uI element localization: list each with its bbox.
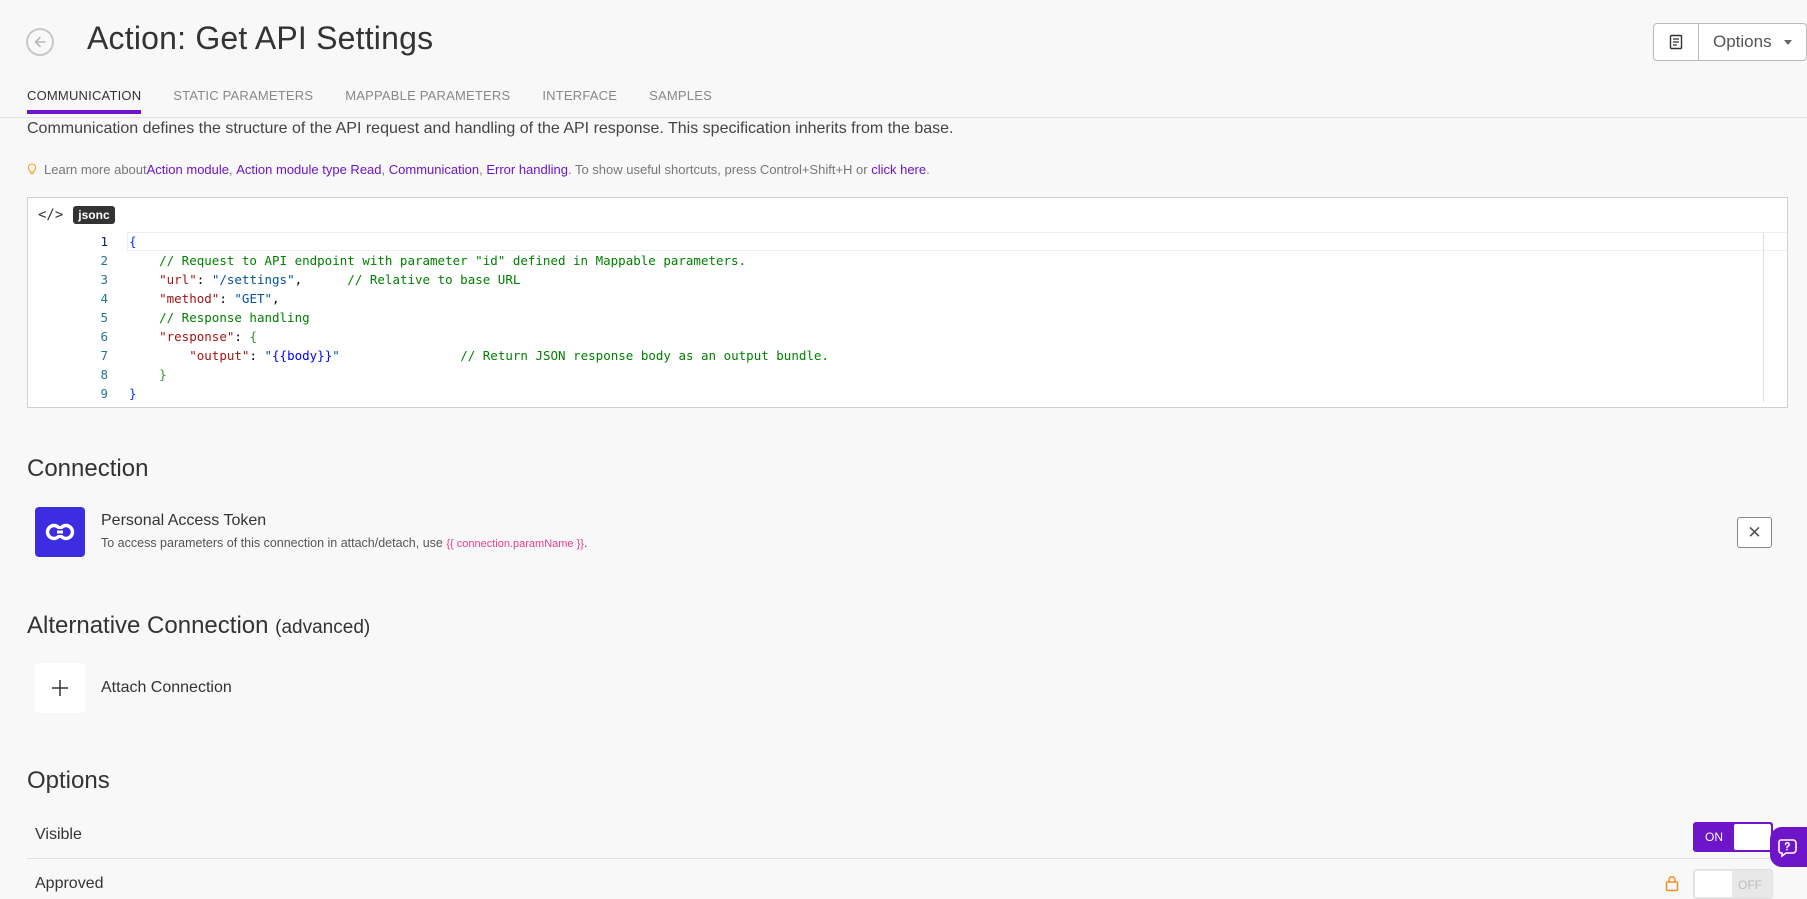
close-icon: ✕ [1747,522,1762,542]
line-code[interactable]: } [108,384,137,402]
detach-connection-button[interactable]: ✕ [1737,517,1772,548]
lightbulb-icon [27,163,37,175]
code-line[interactable]: 6 "response": { [28,327,1787,346]
line-number: 3 [100,272,108,287]
line-code[interactable]: "url": "/settings", // Relative to base … [108,270,520,289]
learn-more-suffix: . [926,162,930,177]
code-line[interactable]: 1{ [28,232,1787,251]
tab-samples[interactable]: SAMPLES [649,88,712,114]
tab-mappable-parameters[interactable]: MAPPABLE PARAMETERS [345,88,510,114]
connection-name: Personal Access Token [101,512,267,529]
code-line[interactable]: 7 "output": "{{body}}" // Return JSON re… [28,346,1787,365]
tab-static-parameters[interactable]: STATIC PARAMETERS [173,88,313,114]
code-line[interactable]: 2 // Request to API endpoint with parame… [28,251,1787,270]
code-line[interactable]: 8 } [28,365,1787,384]
line-number: 6 [100,329,108,344]
connection-icon [35,507,85,557]
option-label-visible: Visible [35,825,82,843]
attach-connection-button[interactable] [35,663,85,713]
help-chat-button[interactable] [1770,827,1807,867]
connection-note-text: To access parameters of this connection … [101,536,447,550]
line-number: 9 [100,386,108,401]
line-number: 8 [100,367,108,382]
lock-icon [1665,876,1679,892]
documentation-button[interactable] [1653,23,1699,61]
link-action-module[interactable]: Action module [147,162,229,177]
line-number: 2 [100,253,108,268]
page-header: Action: Get API Settings Options COMMUNI… [0,0,1807,118]
options-dropdown-button[interactable]: Options [1698,23,1807,61]
connection-note-suffix: . [583,536,588,550]
option-row-approved: Approved OFF [27,860,1789,899]
caret-down-icon [1783,39,1792,45]
back-button[interactable] [26,28,54,56]
link-action-module-type-read[interactable]: Action module type Read [236,162,381,177]
tab-communication[interactable]: COMMUNICATION [27,88,142,114]
editor-content[interactable]: 1{2 // Request to API endpoint with para… [28,232,1787,402]
link-icon [45,523,75,541]
book-icon [1669,34,1683,50]
line-number: 4 [100,291,108,306]
link-communication[interactable]: Communication [389,162,479,177]
alt-connection-advanced-label: (advanced) [275,617,371,638]
toggle-state-label: ON [1705,830,1723,844]
toggle-knob [1734,824,1771,850]
learn-more-prefix: Learn more about [44,162,147,177]
shortcut-text: . To show useful shortcuts, press Contro… [567,162,872,177]
arrow-left-icon [34,36,46,48]
line-code[interactable]: } [108,365,167,384]
tab-bar: COMMUNICATION STATIC PARAMETERS MAPPABLE… [27,88,744,114]
line-code[interactable]: // Request to API endpoint with paramete… [108,251,746,270]
attach-connection-label[interactable]: Attach Connection [101,679,232,697]
line-number: 1 [100,234,108,249]
connection-section-title: Connection [27,455,149,482]
tab-interface[interactable]: INTERFACE [542,88,617,114]
line-code[interactable]: "method": "GET", [108,289,279,308]
code-line[interactable]: 9} [28,384,1787,402]
code-icon: </> [38,207,64,223]
connection-note: To access parameters of this connection … [101,536,587,550]
visible-toggle[interactable]: ON [1693,822,1773,852]
editor-toolbar: </> jsonc [28,198,1787,232]
approved-toggle: OFF [1693,869,1773,899]
code-editor[interactable]: </> jsonc 1{2 // Request to API endpoint… [27,197,1788,408]
current-line-highlight [127,232,1787,251]
line-number: 7 [100,348,108,363]
options-section-title: Options [27,767,110,794]
option-row-visible: Visible ON [27,811,1789,859]
line-code[interactable]: // Response handling [108,308,310,327]
line-code[interactable]: "response": { [108,327,257,346]
tab-description: Communication defines the structure of t… [27,120,954,137]
alt-connection-section-title: Alternative Connection (advanced) [27,612,370,640]
connection-param-code: {{ connection.paramName }} [446,538,584,550]
alt-connection-title-text: Alternative Connection [27,612,269,639]
learn-more-hint: Learn more about Action module, Action m… [27,162,930,177]
code-line[interactable]: 3 "url": "/settings", // Relative to bas… [28,270,1787,289]
page-title: Action: Get API Settings [87,20,434,56]
chat-question-icon [1777,839,1797,858]
line-number: 5 [100,310,108,325]
toggle-state-label: OFF [1738,878,1762,892]
options-label: Options [1713,32,1772,51]
code-line[interactable]: 4 "method": "GET", [28,289,1787,308]
plus-icon [52,680,68,696]
line-code[interactable]: "output": "{{body}}" // Return JSON resp… [108,346,829,365]
toggle-knob [1695,871,1732,897]
option-label-approved: Approved [35,875,104,892]
language-badge: jsonc [73,206,115,224]
link-error-handling[interactable]: Error handling [486,162,568,177]
link-click-here[interactable]: click here [871,162,926,177]
code-line[interactable]: 5 // Response handling [28,308,1787,327]
